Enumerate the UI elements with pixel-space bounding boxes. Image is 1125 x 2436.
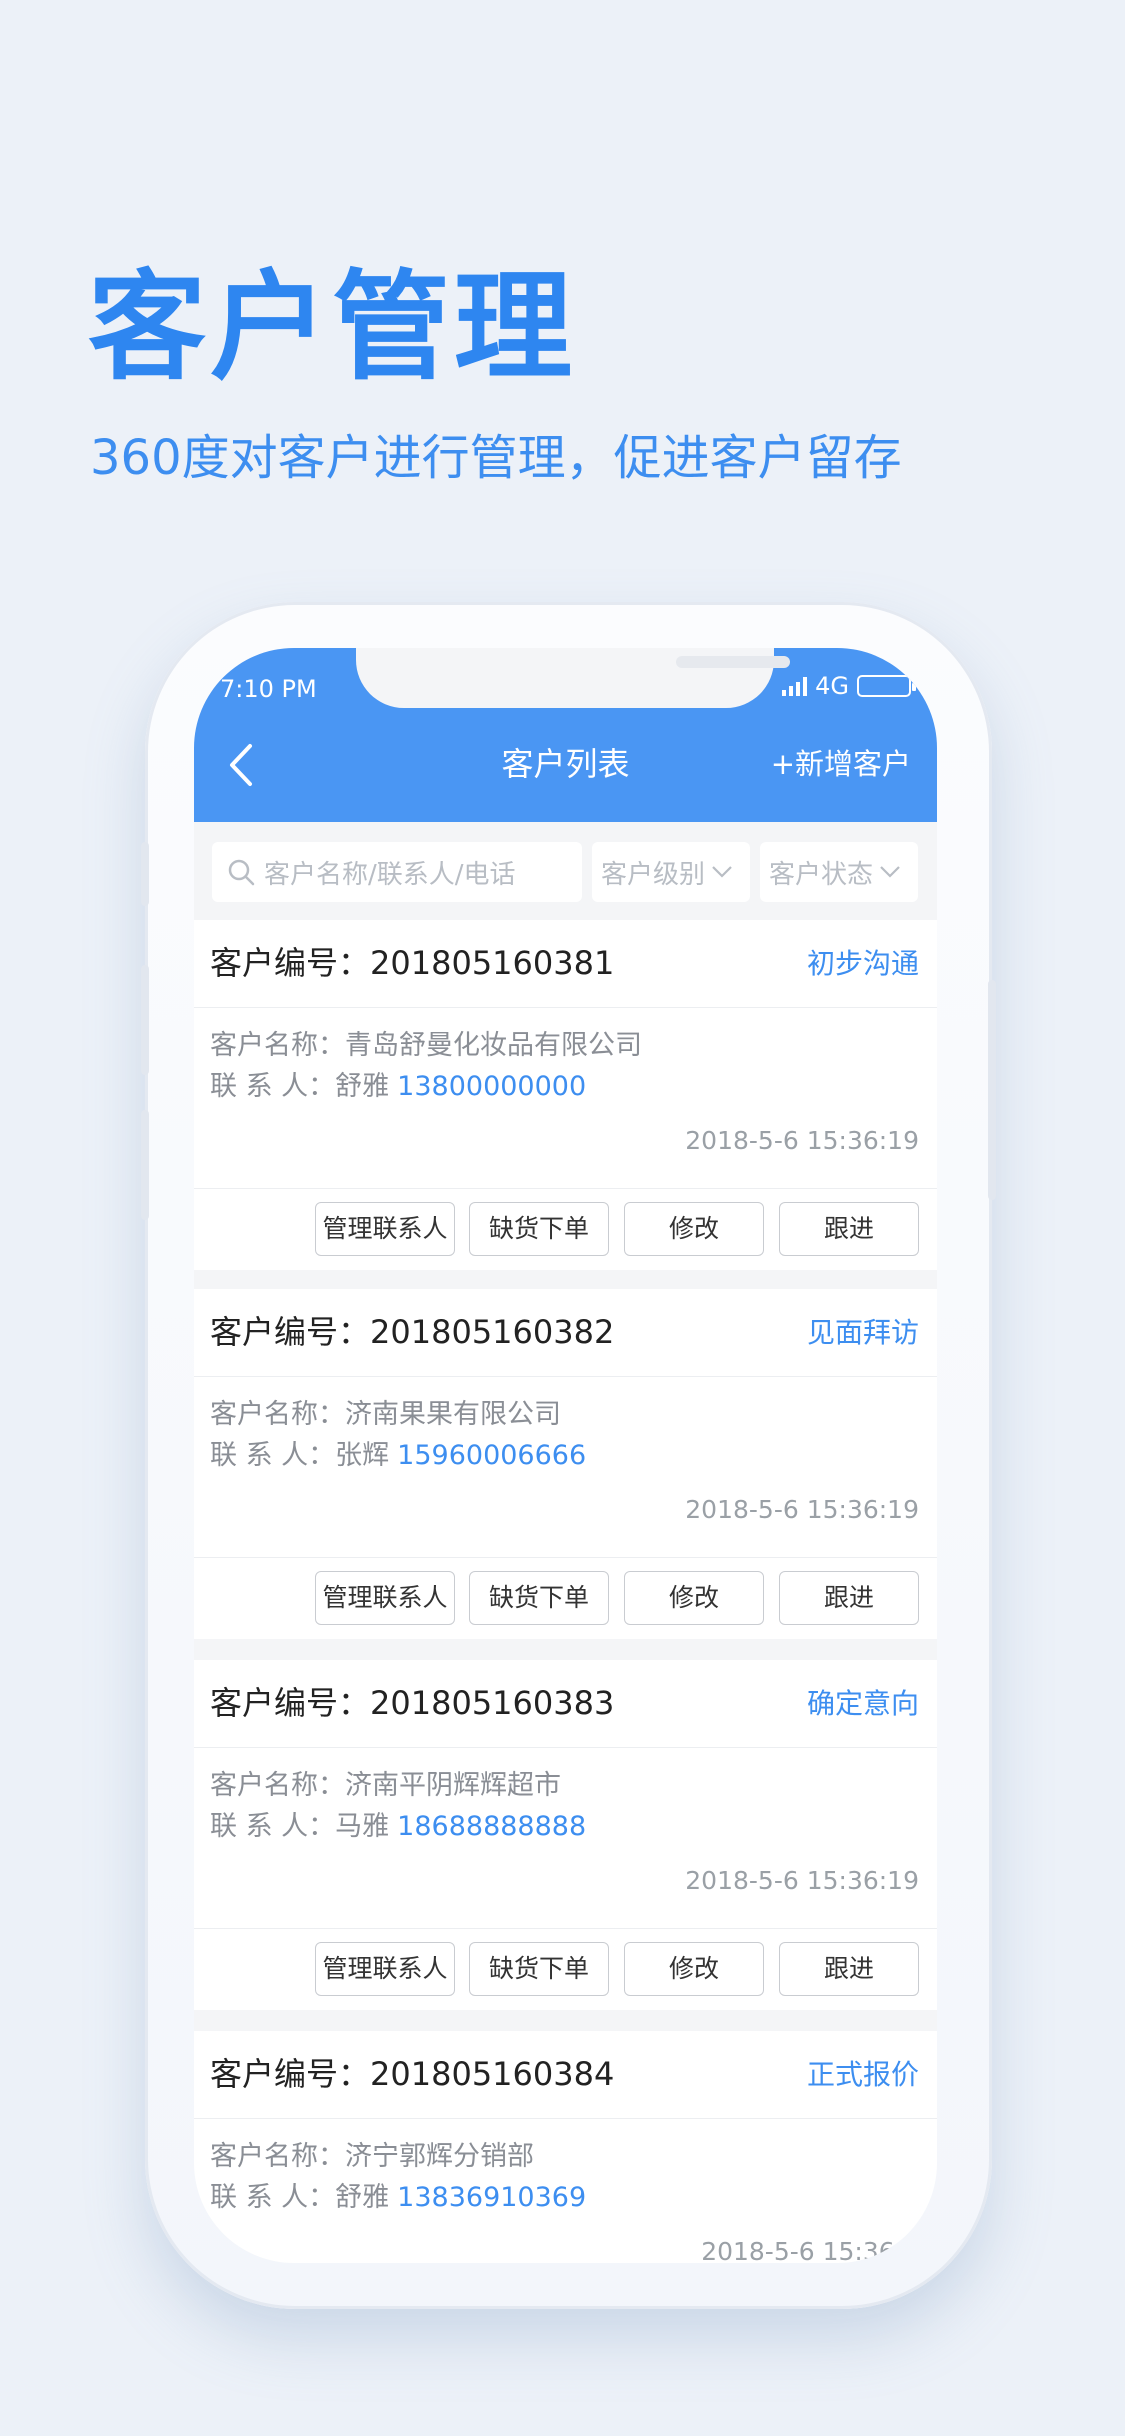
status-time: 7:10 PM bbox=[220, 675, 317, 703]
search-input[interactable]: 客户名称/联系人/电话 bbox=[212, 842, 582, 902]
follow-up-button[interactable]: 跟进 bbox=[779, 1571, 919, 1625]
customer-stage: 正式报价 bbox=[806, 2058, 919, 2091]
search-icon bbox=[228, 859, 255, 886]
contact-name: 舒雅 bbox=[335, 2182, 390, 2213]
speaker bbox=[676, 656, 790, 668]
level-dropdown[interactable]: 客户级别 bbox=[592, 842, 750, 902]
phone-side-button bbox=[988, 980, 996, 1200]
edit-button[interactable]: 修改 bbox=[624, 1942, 764, 1996]
card-actions: 管理联系人 缺货下单 修改 跟进 bbox=[194, 1188, 937, 1270]
contact-phone[interactable]: 15960006666 bbox=[397, 1440, 586, 1471]
shortage-order-button[interactable]: 缺货下单 bbox=[469, 1942, 609, 1996]
contact-row: 联 系 人：舒雅 13836910369 bbox=[210, 2182, 587, 2213]
chevron-down-icon bbox=[712, 866, 732, 878]
follow-up-button[interactable]: 跟进 bbox=[779, 1202, 919, 1256]
card-actions: 管理联系人 缺货下单 修改 跟进 bbox=[194, 1557, 937, 1639]
hero-subtitle: 360度对客户进行管理，促进客户留存 bbox=[90, 430, 902, 486]
status-dropdown[interactable]: 客户状态 bbox=[760, 842, 918, 902]
customer-name-row: 客户名称：济南果果有限公司 bbox=[210, 1399, 561, 1430]
manage-contacts-button[interactable]: 管理联系人 bbox=[315, 1571, 455, 1625]
signal-icon bbox=[782, 676, 808, 696]
edit-button[interactable]: 修改 bbox=[624, 1571, 764, 1625]
network-type: 4G bbox=[815, 672, 849, 700]
contact-name: 舒雅 bbox=[335, 1071, 390, 1102]
filter-bar: 客户名称/联系人/电话 客户级别 客户状态 bbox=[194, 822, 937, 916]
card-header: 客户编号：201805160382 见面拜访 bbox=[194, 1289, 937, 1377]
customer-stage: 确定意向 bbox=[806, 1687, 919, 1720]
customer-name: 济南平阴辉辉超市 bbox=[345, 1770, 561, 1801]
customer-name: 济南果果有限公司 bbox=[345, 1399, 561, 1430]
status-indicators: 4G bbox=[782, 672, 916, 700]
notch bbox=[356, 648, 790, 708]
customer-card[interactable]: 客户编号：201805160383 确定意向 客户名称：济南平阴辉辉超市 联 系… bbox=[194, 1660, 937, 2010]
contact-row: 联 系 人：舒雅 13800000000 bbox=[210, 1071, 587, 1102]
contact-phone[interactable]: 13800000000 bbox=[397, 1071, 586, 1102]
nav-bar: 客户列表 +新增客户 bbox=[194, 708, 937, 822]
status-bar: 7:10 PM 4G bbox=[194, 648, 937, 708]
follow-up-button[interactable]: 跟进 bbox=[779, 1942, 919, 1996]
phone-side-button bbox=[141, 965, 149, 1075]
contact-row: 联 系 人：张辉 15960006666 bbox=[210, 1440, 587, 1471]
customer-name-row: 客户名称：济南平阴辉辉超市 bbox=[210, 1770, 561, 1801]
status-dropdown-label: 客户状态 bbox=[769, 859, 874, 890]
customer-card[interactable]: 客户编号：201805160382 见面拜访 客户名称：济南果果有限公司 联 系… bbox=[194, 1289, 937, 1639]
customer-stage: 初步沟通 bbox=[806, 947, 919, 980]
customer-name: 青岛舒曼化妆品有限公司 bbox=[345, 1030, 642, 1061]
customer-number: 客户编号：201805160384 bbox=[210, 2055, 615, 2093]
card-header: 客户编号：201805160381 初步沟通 bbox=[194, 920, 937, 1008]
contact-name: 张辉 bbox=[335, 1440, 390, 1471]
hero-title: 客户管理 bbox=[88, 258, 577, 396]
search-placeholder: 客户名称/联系人/电话 bbox=[264, 859, 516, 890]
add-customer-button[interactable]: +新增客户 bbox=[771, 744, 911, 784]
phone-side-button bbox=[141, 842, 149, 906]
customer-name-row: 客户名称：济宁郭辉分销部 bbox=[210, 2141, 534, 2172]
phone-side-button bbox=[141, 1110, 149, 1220]
contact-name: 马雅 bbox=[335, 1811, 390, 1842]
phone-screen: 7:10 PM 4G 客户列表 +新增客户 客户名称/联系人/电话 客户级别 客… bbox=[194, 648, 937, 2263]
battery-icon bbox=[857, 675, 916, 697]
customer-card[interactable]: 客户编号：201805160384 正式报价 客户名称：济宁郭辉分销部 联 系 … bbox=[194, 2031, 937, 2263]
customer-number: 客户编号：201805160381 bbox=[210, 944, 615, 982]
card-timestamp: 2018-5-6 15:36:19 bbox=[685, 1495, 919, 1524]
shortage-order-button[interactable]: 缺货下单 bbox=[469, 1202, 609, 1256]
manage-contacts-button[interactable]: 管理联系人 bbox=[315, 1942, 455, 1996]
card-header: 客户编号：201805160384 正式报价 bbox=[194, 2031, 937, 2119]
contact-phone[interactable]: 13836910369 bbox=[397, 2182, 586, 2213]
contact-phone[interactable]: 18688888888 bbox=[397, 1811, 586, 1842]
customer-card[interactable]: 客户编号：201805160381 初步沟通 客户名称：青岛舒曼化妆品有限公司 … bbox=[194, 920, 937, 1270]
contact-row: 联 系 人：马雅 18688888888 bbox=[210, 1811, 587, 1842]
shortage-order-button[interactable]: 缺货下单 bbox=[469, 1571, 609, 1625]
card-header: 客户编号：201805160383 确定意向 bbox=[194, 1660, 937, 1748]
manage-contacts-button[interactable]: 管理联系人 bbox=[315, 1202, 455, 1256]
card-actions: 管理联系人 缺货下单 修改 跟进 bbox=[194, 1928, 937, 2010]
card-timestamp: 2018-5-6 15:36:19 bbox=[685, 1866, 919, 1895]
customer-stage: 见面拜访 bbox=[806, 1316, 919, 1349]
customer-name-row: 客户名称：青岛舒曼化妆品有限公司 bbox=[210, 1030, 642, 1061]
edit-button[interactable]: 修改 bbox=[624, 1202, 764, 1256]
card-timestamp: 2018-5-6 15:36:1 bbox=[701, 2237, 919, 2263]
card-timestamp: 2018-5-6 15:36:19 bbox=[685, 1126, 919, 1155]
customer-name: 济宁郭辉分销部 bbox=[345, 2141, 534, 2172]
chevron-down-icon bbox=[880, 866, 900, 878]
customer-number: 客户编号：201805160382 bbox=[210, 1313, 615, 1351]
level-dropdown-label: 客户级别 bbox=[601, 859, 706, 890]
customer-number: 客户编号：201805160383 bbox=[210, 1684, 615, 1722]
